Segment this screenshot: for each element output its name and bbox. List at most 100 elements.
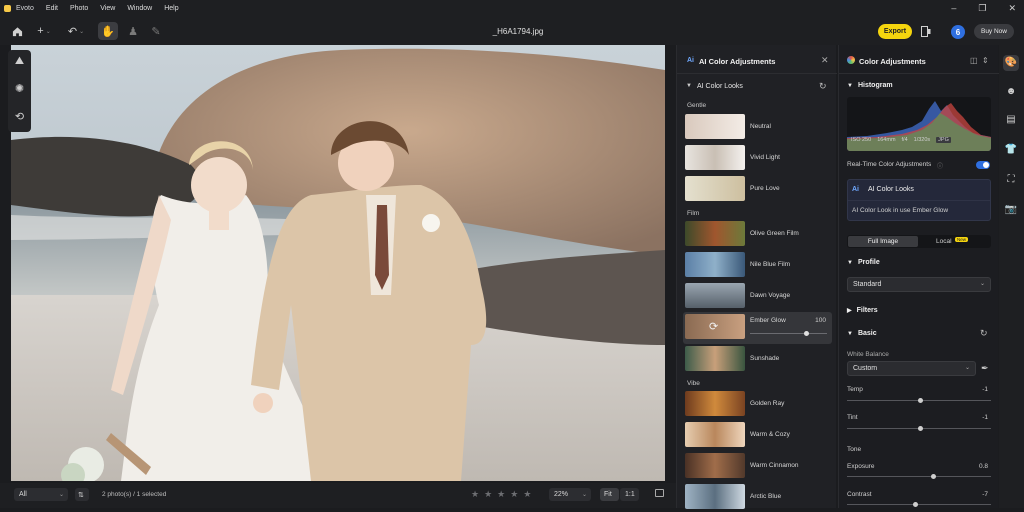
- look-item[interactable]: Pure Love: [685, 174, 832, 204]
- face-icon[interactable]: ☻: [1004, 85, 1018, 99]
- look-name: Vivid Light: [750, 154, 780, 161]
- history-icon[interactable]: ⟲: [13, 111, 26, 124]
- settings-sun-icon[interactable]: ✺: [13, 83, 26, 96]
- export-button[interactable]: Export: [878, 24, 912, 39]
- histogram-header[interactable]: ▼ Histogram: [847, 82, 893, 89]
- slider-knob[interactable]: [913, 502, 919, 507]
- divider: [677, 73, 837, 74]
- profile-select[interactable]: Standard ⌄: [847, 277, 991, 292]
- look-item[interactable]: Olive Green Film: [685, 219, 832, 249]
- exposure-label: Exposure: [847, 463, 875, 470]
- panel-title: AI Color Adjustments: [699, 57, 776, 66]
- look-strength-slider[interactable]: [750, 331, 827, 336]
- bottom-bar: All ⌄ ⇅ 2 photo(s) / 1 selected ★ ★ ★ ★ ★…: [0, 483, 676, 508]
- palette-icon[interactable]: 🎨: [1003, 55, 1019, 71]
- zoom-value: 22%: [554, 491, 569, 498]
- maximize-icon[interactable]: ❐: [978, 3, 986, 14]
- filters-header[interactable]: ▶ Filters: [847, 307, 878, 314]
- collapse-triangle-icon: ▶: [847, 308, 852, 314]
- ai-color-adjustments-panel: Ai AI Color Adjustments ✕ ▼ AI Color Loo…: [676, 45, 837, 509]
- profile-header[interactable]: ▼ Profile: [847, 259, 880, 266]
- menu-photo[interactable]: Photo: [70, 5, 88, 12]
- menu-window[interactable]: Window: [127, 5, 152, 12]
- look-item[interactable]: Sunshade: [685, 344, 832, 374]
- white-balance-value: Custom: [853, 365, 878, 372]
- white-balance-select[interactable]: Custom ⌄: [847, 361, 976, 376]
- tab-full-image[interactable]: Full Image: [848, 236, 918, 247]
- look-name: Pure Love: [750, 185, 780, 192]
- camera-icon[interactable]: 📷: [1004, 203, 1018, 217]
- reset-icon[interactable]: ↻: [819, 81, 827, 92]
- close-icon[interactable]: ✕: [821, 55, 829, 66]
- exif-info: ISO 250 164mm f/4 1/320s JPG: [851, 137, 951, 143]
- close-window-icon[interactable]: ✕: [1008, 3, 1016, 14]
- menu-help[interactable]: Help: [164, 5, 178, 12]
- histogram-label: Histogram: [857, 82, 893, 89]
- star-icon[interactable]: ★: [497, 489, 505, 500]
- star-icon[interactable]: ★: [471, 489, 479, 500]
- color-adjustments-panel: Color Adjustments ◫ ⇕ ▼ Histogram ISO 250…: [838, 45, 999, 508]
- menu-view[interactable]: View: [100, 5, 115, 12]
- look-name: Olive Green Film: [750, 230, 799, 237]
- look-item[interactable]: Warm & Cozy: [685, 420, 832, 450]
- realtime-toggle[interactable]: [976, 161, 990, 169]
- exposure-slider[interactable]: [847, 474, 991, 479]
- crop-icon[interactable]: ⛶: [1004, 173, 1018, 187]
- one-to-one-button[interactable]: 1:1: [620, 488, 639, 501]
- look-item[interactable]: Golden Ray: [685, 389, 832, 419]
- fit-button[interactable]: Fit: [600, 488, 619, 501]
- window-controls: – ❐ ✕: [951, 3, 1016, 14]
- slider-knob[interactable]: [803, 331, 809, 336]
- collapse-triangle-icon[interactable]: ▼: [686, 83, 692, 89]
- color-wheel-icon: [847, 56, 855, 64]
- toolbar: + ⌄ ↶ ⌄ ✋ ♟ ✎ _H6A1794.jpg: [0, 17, 1024, 45]
- refresh-icon[interactable]: ⟳: [709, 320, 718, 333]
- contrast-value: -7: [982, 491, 988, 498]
- ai-color-looks-card[interactable]: Ai AI Color Looks AI Color Look in use E…: [847, 179, 991, 221]
- panel-title: Color Adjustments: [859, 57, 926, 66]
- divider: [848, 200, 990, 201]
- magic-adjust-icon[interactable]: ⛰: [13, 55, 26, 68]
- menu-edit[interactable]: Edit: [46, 5, 58, 12]
- eyedropper-icon[interactable]: ✒: [981, 363, 989, 374]
- aperture-value: f/4: [901, 137, 908, 143]
- tint-label: Tint: [847, 414, 858, 421]
- notification-badge[interactable]: 6: [951, 25, 965, 39]
- layout-icon[interactable]: ◫: [970, 56, 978, 65]
- basic-header[interactable]: ▼ Basic: [847, 330, 877, 337]
- look-item[interactable]: Warm Cinnamon: [685, 451, 832, 481]
- tint-slider[interactable]: [847, 426, 991, 431]
- ai-icon: Ai: [687, 57, 694, 64]
- info-icon[interactable]: ⓘ: [937, 161, 943, 170]
- clothing-icon[interactable]: 👕: [1004, 143, 1018, 157]
- look-item-selected[interactable]: ⟳ Ember Glow 100: [683, 312, 832, 344]
- panel-toggle-icon[interactable]: [655, 489, 664, 497]
- background-icon[interactable]: ▤: [1004, 113, 1018, 127]
- minimize-icon[interactable]: –: [951, 3, 956, 14]
- photo-canvas[interactable]: [11, 45, 665, 481]
- rating-stars[interactable]: ★ ★ ★ ★ ★: [471, 489, 531, 500]
- star-icon[interactable]: ★: [484, 489, 492, 500]
- slider-knob[interactable]: [917, 398, 923, 403]
- contrast-slider[interactable]: [847, 502, 991, 507]
- zoom-dropdown[interactable]: 22% ⌄: [549, 488, 591, 501]
- filter-dropdown[interactable]: All ⌄: [14, 488, 68, 501]
- look-item[interactable]: Neutral: [685, 112, 832, 142]
- look-thumbnail: [685, 114, 745, 139]
- look-item[interactable]: Dawn Voyage: [685, 281, 832, 311]
- star-icon[interactable]: ★: [523, 489, 531, 500]
- expand-icon[interactable]: ⇕: [982, 56, 989, 65]
- slider-knob[interactable]: [930, 474, 936, 479]
- tab-local[interactable]: Local: [936, 238, 952, 245]
- look-item[interactable]: Nile Blue Film: [685, 250, 832, 280]
- sort-icon[interactable]: ⇅: [75, 488, 89, 501]
- temp-slider[interactable]: [847, 398, 991, 403]
- buy-now-button[interactable]: Buy Now: [974, 24, 1014, 39]
- slider-knob[interactable]: [917, 426, 923, 431]
- reset-icon[interactable]: ↻: [980, 328, 988, 339]
- histogram-chart: ISO 250 164mm f/4 1/320s JPG: [847, 97, 991, 151]
- look-item[interactable]: Vivid Light: [685, 143, 832, 173]
- compare-icon[interactable]: [919, 24, 933, 39]
- star-icon[interactable]: ★: [510, 489, 518, 500]
- look-thumbnail: [685, 221, 745, 246]
